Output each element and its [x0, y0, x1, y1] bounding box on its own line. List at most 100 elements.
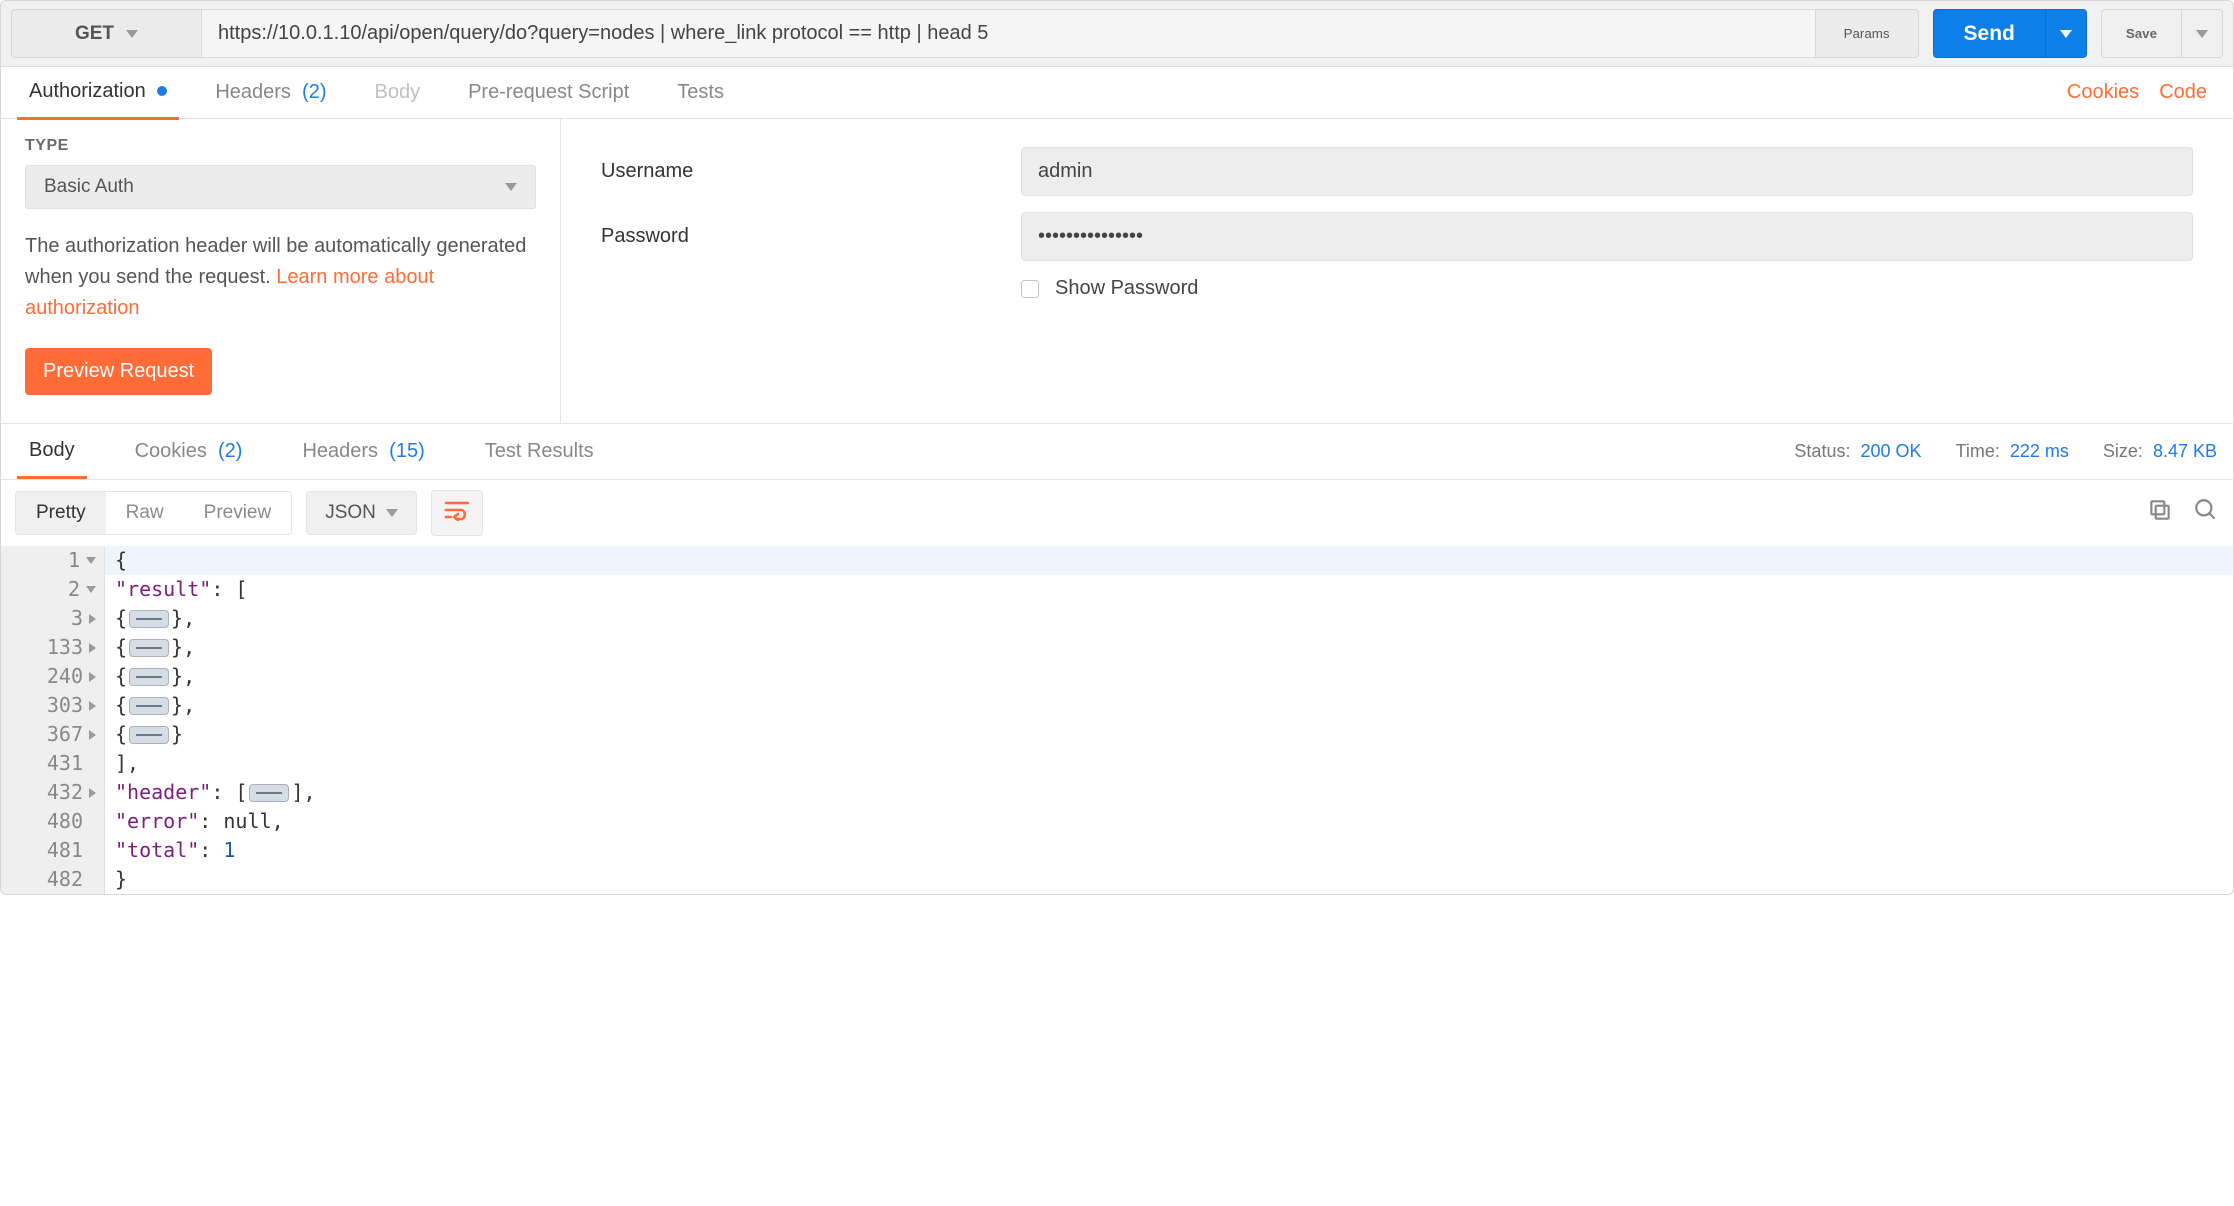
send-button[interactable]: Send: [1933, 9, 2045, 58]
fold-toggle-icon[interactable]: [89, 643, 96, 653]
fold-toggle-icon[interactable]: [89, 614, 96, 624]
line-gutter[interactable]: 123133240303367431432480481482: [1, 546, 105, 894]
tab-label: Headers: [302, 440, 378, 462]
cookies-link[interactable]: Cookies: [2057, 81, 2149, 104]
gutter-line[interactable]: 481: [1, 836, 104, 865]
chevron-down-icon: [2060, 30, 2072, 38]
gutter-line[interactable]: 432: [1, 778, 104, 807]
code-line: "total": 1: [105, 836, 2233, 865]
code-line: ],: [105, 749, 2233, 778]
tab-response-body[interactable]: Body: [17, 425, 87, 479]
chevron-down-icon: [505, 183, 517, 191]
request-bar: GET Params Send Save: [1, 1, 2233, 67]
view-raw[interactable]: Raw: [106, 492, 184, 534]
format-dropdown[interactable]: JSON: [306, 491, 417, 535]
fold-toggle-icon[interactable]: [86, 586, 96, 593]
gutter-line[interactable]: 480: [1, 807, 104, 836]
gutter-line[interactable]: 482: [1, 865, 104, 894]
password-input[interactable]: [1021, 212, 2193, 261]
collapsed-pill-icon[interactable]: [129, 726, 169, 744]
code-line: "error": null,: [105, 807, 2233, 836]
send-options-button[interactable]: [2045, 9, 2087, 58]
modified-dot-icon: [157, 86, 167, 96]
tab-response-headers[interactable]: Headers (15): [290, 426, 436, 477]
count-badge: (15): [389, 440, 425, 462]
code-line: {},: [105, 604, 2233, 633]
tab-authorization[interactable]: Authorization: [17, 66, 179, 120]
username-label: Username: [601, 160, 1021, 183]
auth-description: The authorization header will be automat…: [25, 231, 536, 324]
auth-type-label: TYPE: [25, 137, 536, 155]
http-method-dropdown[interactable]: GET: [11, 9, 201, 58]
fold-toggle-icon[interactable]: [89, 672, 96, 682]
fold-toggle-icon[interactable]: [89, 701, 96, 711]
params-button[interactable]: Params: [1816, 9, 1919, 58]
tab-body[interactable]: Body: [363, 67, 433, 118]
authorization-panel: TYPE Basic Auth The authorization header…: [1, 119, 2233, 424]
code-link[interactable]: Code: [2149, 81, 2217, 104]
code-content[interactable]: { "result": [ {}, {}, {}, {}, {} ], "hea…: [105, 546, 2233, 894]
response-body-viewer: 123133240303367431432480481482 { "result…: [1, 546, 2233, 894]
tab-headers[interactable]: Headers (2): [203, 67, 338, 118]
wrap-lines-button[interactable]: [431, 490, 483, 536]
tab-test-results[interactable]: Test Results: [473, 426, 606, 477]
search-icon: [2193, 497, 2219, 523]
response-tabs: Body Cookies (2) Headers (15) Test Resul…: [1, 424, 2233, 480]
tab-tests[interactable]: Tests: [665, 67, 736, 118]
copy-button[interactable]: [2147, 497, 2173, 529]
preview-request-button[interactable]: Preview Request: [25, 348, 212, 395]
auth-left-panel: TYPE Basic Auth The authorization header…: [1, 119, 561, 423]
show-password-label: Show Password: [1055, 277, 1198, 300]
collapsed-pill-icon[interactable]: [129, 668, 169, 686]
collapsed-pill-icon[interactable]: [129, 639, 169, 657]
view-preview[interactable]: Preview: [184, 492, 292, 534]
tab-response-cookies[interactable]: Cookies (2): [123, 426, 255, 477]
fold-toggle-icon[interactable]: [86, 557, 96, 564]
save-options-button[interactable]: [2181, 9, 2223, 58]
gutter-line[interactable]: 240: [1, 662, 104, 691]
code-line: "result": [: [105, 575, 2233, 604]
code-line: {},: [105, 662, 2233, 691]
gutter-line[interactable]: 3: [1, 604, 104, 633]
size-value: 8.47 KB: [2153, 441, 2217, 461]
auth-type-dropdown[interactable]: Basic Auth: [25, 165, 536, 209]
chevron-down-icon: [386, 509, 398, 517]
gutter-line[interactable]: 367: [1, 720, 104, 749]
search-button[interactable]: [2193, 497, 2219, 529]
gutter-line[interactable]: 1: [1, 546, 104, 575]
format-value: JSON: [325, 502, 376, 524]
chevron-down-icon: [2196, 30, 2208, 38]
code-line: {}: [105, 720, 2233, 749]
gutter-line[interactable]: 303: [1, 691, 104, 720]
collapsed-pill-icon[interactable]: [129, 697, 169, 715]
code-line: {},: [105, 633, 2233, 662]
tab-label: Cookies: [135, 440, 207, 462]
tab-label: Headers: [215, 81, 291, 103]
url-input[interactable]: [201, 9, 1816, 58]
time-label: Time:: [1956, 441, 2000, 461]
tab-label: Authorization: [29, 80, 146, 102]
wrap-icon: [444, 499, 470, 521]
code-line: "header": [],: [105, 778, 2233, 807]
count-badge: (2): [302, 81, 326, 103]
fold-toggle-icon[interactable]: [89, 788, 96, 798]
view-pretty[interactable]: Pretty: [16, 492, 106, 534]
status-value: 200 OK: [1860, 441, 1921, 461]
chevron-down-icon: [126, 30, 138, 38]
save-button[interactable]: Save: [2101, 9, 2181, 58]
gutter-line[interactable]: 133: [1, 633, 104, 662]
code-line: {: [105, 546, 2233, 575]
gutter-line[interactable]: 2: [1, 575, 104, 604]
auth-type-value: Basic Auth: [44, 176, 134, 198]
time-value: 222 ms: [2010, 441, 2069, 461]
fold-toggle-icon[interactable]: [89, 730, 96, 740]
show-password-checkbox[interactable]: [1021, 280, 1039, 298]
copy-icon: [2147, 497, 2173, 523]
collapsed-pill-icon[interactable]: [129, 610, 169, 628]
tab-pre-request-script[interactable]: Pre-request Script: [456, 67, 641, 118]
view-mode-group: Pretty Raw Preview: [15, 491, 292, 535]
gutter-line[interactable]: 431: [1, 749, 104, 778]
username-input[interactable]: [1021, 147, 2193, 196]
password-label: Password: [601, 225, 1021, 248]
collapsed-pill-icon[interactable]: [249, 784, 289, 802]
